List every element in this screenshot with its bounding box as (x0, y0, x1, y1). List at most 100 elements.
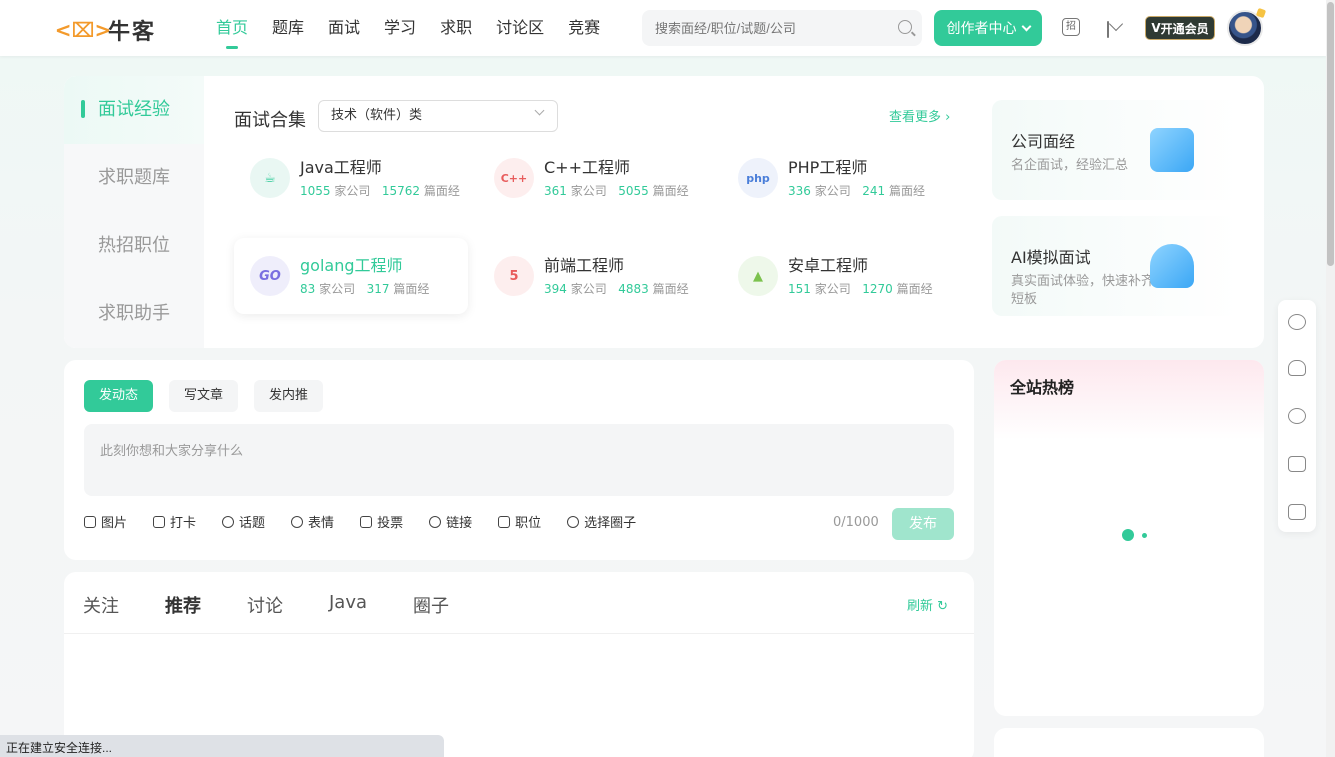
loading-icon-dot (1142, 533, 1147, 538)
tab-circles[interactable]: 圈子 (413, 592, 449, 618)
recruit-icon[interactable]: 招 (1062, 18, 1080, 36)
vip-prefix: V (1151, 21, 1161, 35)
nav-home[interactable]: 首页 (216, 16, 248, 49)
image-icon (84, 515, 96, 528)
search-icon[interactable] (898, 20, 912, 34)
job-card-golang[interactable]: GO golang工程师 83 家公司 317 篇面经 (234, 238, 468, 314)
side-item-hot-jobs[interactable]: 热招职位 (64, 212, 204, 280)
job-grid: ☕ Java工程师 1055 家公司 15762 篇面经 C++ C++工程师 … (234, 140, 954, 320)
feed-card: 关注 推荐 讨论 Java 圈子 刷新 ↻ (64, 572, 974, 757)
job-card-frontend[interactable]: 5 前端工程师 394 家公司 4883 篇面经 (478, 238, 712, 314)
promo-ai-interview[interactable]: AI模拟面试 真实面试体验，快速补齐短板 (992, 216, 1238, 316)
feedback-icon[interactable] (1288, 504, 1306, 520)
tab-recommended[interactable]: 推荐 (165, 592, 201, 618)
side-item-question-bank[interactable]: 求职题库 (64, 144, 204, 212)
nav-question-bank[interactable]: 题库 (272, 16, 304, 48)
mobile-icon[interactable] (1288, 456, 1306, 472)
interview-card: 面试经验 求职题库 热招职位 求职助手 面试合集 技术（软件）类 查看更多 › … (64, 76, 1264, 348)
floating-toolbar (1278, 300, 1316, 532)
main-nav: 首页 题库 面试 学习 求职 讨论区 竞赛 (216, 16, 624, 49)
qq-icon[interactable] (1288, 360, 1306, 376)
tool-checkin[interactable]: 打卡 (153, 512, 196, 531)
category-select[interactable]: 技术（软件）类 (318, 100, 558, 132)
vip-button[interactable]: V 开通会员 (1145, 16, 1215, 40)
tool-job[interactable]: 职位 (498, 512, 541, 531)
chevron-down-icon (534, 105, 545, 116)
job-stats: 1055 家公司 15762 篇面经 (300, 184, 460, 198)
chevron-down-icon (1021, 21, 1031, 31)
go-icon: GO (250, 256, 290, 296)
document-icon (1150, 128, 1194, 172)
tool-image[interactable]: 图片 (84, 512, 127, 531)
topic-icon (222, 515, 235, 528)
tab-following[interactable]: 关注 (83, 592, 119, 618)
job-stats: 336 家公司 241 篇面经 (788, 184, 925, 198)
avatar[interactable] (1227, 10, 1263, 46)
tool-circle[interactable]: 选择圈子 (567, 512, 636, 531)
nav-interview[interactable]: 面试 (328, 16, 360, 48)
html5-icon: 5 (494, 256, 534, 296)
tool-vote[interactable]: 投票 (360, 512, 403, 531)
cpp-icon: C++ (494, 158, 534, 198)
vip-label: 开通会员 (1160, 21, 1209, 36)
job-stats: 151 家公司 1270 篇面经 (788, 282, 933, 296)
tab-java[interactable]: Java (329, 592, 367, 618)
promo-title: 公司面经 (1011, 132, 1076, 151)
emoji-icon (291, 515, 304, 528)
wechat-icon[interactable] (1288, 408, 1306, 424)
search-input[interactable] (642, 10, 882, 46)
refresh-icon: ↻ (937, 599, 949, 614)
at-icon (567, 515, 580, 528)
job-name: golang工程师 (300, 256, 403, 275)
tool-emoji[interactable]: 表情 (291, 512, 334, 531)
search-box (642, 10, 922, 46)
tab-post-update[interactable]: 发动态 (84, 380, 154, 412)
vote-icon (360, 515, 373, 528)
tool-topic[interactable]: 话题 (222, 512, 265, 531)
nav-learn[interactable]: 学习 (384, 16, 416, 48)
tab-discussion[interactable]: 讨论 (247, 592, 283, 618)
tool-link[interactable]: 链接 (429, 512, 472, 531)
hot-list-title: 全站热榜 (994, 360, 1264, 440)
side-menu: 面试经验 求职题库 热招职位 求职助手 (64, 76, 204, 348)
divider (64, 633, 974, 634)
side-item-interview-experience[interactable]: 面试经验 (64, 76, 204, 144)
publish-button[interactable]: 发布 (892, 508, 954, 540)
php-icon: php (738, 158, 778, 198)
side-item-job-assistant[interactable]: 求职助手 (64, 280, 204, 348)
loading-icon (1122, 529, 1134, 541)
lightbulb-icon (1150, 244, 1194, 288)
nav-discussion[interactable]: 讨论区 (496, 16, 544, 48)
logo[interactable]: <⌧> 牛客 (55, 14, 157, 46)
nav-contest[interactable]: 竞赛 (568, 16, 600, 48)
logo-text: 牛客 (108, 20, 157, 45)
checkin-icon (153, 515, 166, 528)
android-icon: ▲ (738, 256, 778, 296)
weibo-icon[interactable] (1288, 314, 1306, 330)
promo-company-interview[interactable]: 公司面经 名企面试，经验汇总 (992, 100, 1238, 200)
post-input[interactable]: 此刻你想和大家分享什么 (84, 424, 954, 496)
job-card-cpp[interactable]: C++ C++工程师 361 家公司 5055 篇面经 (478, 140, 712, 216)
mail-icon[interactable] (1107, 21, 1109, 38)
job-card-android[interactable]: ▲ 安卓工程师 151 家公司 1270 篇面经 (722, 238, 956, 314)
page-scrollbar[interactable] (1326, 0, 1335, 757)
briefcase-icon (498, 515, 511, 528)
job-card-java[interactable]: ☕ Java工程师 1055 家公司 15762 篇面经 (234, 140, 468, 216)
section-title: 面试合集 (234, 110, 306, 131)
see-more-link[interactable]: 查看更多 › (889, 106, 950, 125)
hot-list-card: 全站热榜 (994, 360, 1264, 716)
tab-write-article[interactable]: 写文章 (169, 380, 239, 412)
tab-post-referral[interactable]: 发内推 (254, 380, 324, 412)
promo-desc: 真实面试体验，快速补齐短板 (1011, 274, 1155, 307)
side-menu-rest: 求职题库 热招职位 求职助手 (64, 144, 204, 348)
creator-center-label: 创作者中心 (946, 21, 1017, 37)
scrollbar-thumb[interactable] (1327, 2, 1334, 266)
job-name: Java工程师 (300, 158, 382, 177)
refresh-button[interactable]: 刷新 ↻ (907, 595, 948, 614)
category-select-value: 技术（软件）类 (331, 108, 423, 123)
job-name: C++工程师 (544, 158, 630, 177)
nav-jobs[interactable]: 求职 (440, 16, 472, 48)
creator-center-button[interactable]: 创作者中心 (934, 10, 1042, 46)
job-card-php[interactable]: php PHP工程师 336 家公司 241 篇面经 (722, 140, 956, 216)
post-composer: 发动态 写文章 发内推 此刻你想和大家分享什么 图片 打卡 话题 表情 投票 链… (64, 360, 974, 560)
